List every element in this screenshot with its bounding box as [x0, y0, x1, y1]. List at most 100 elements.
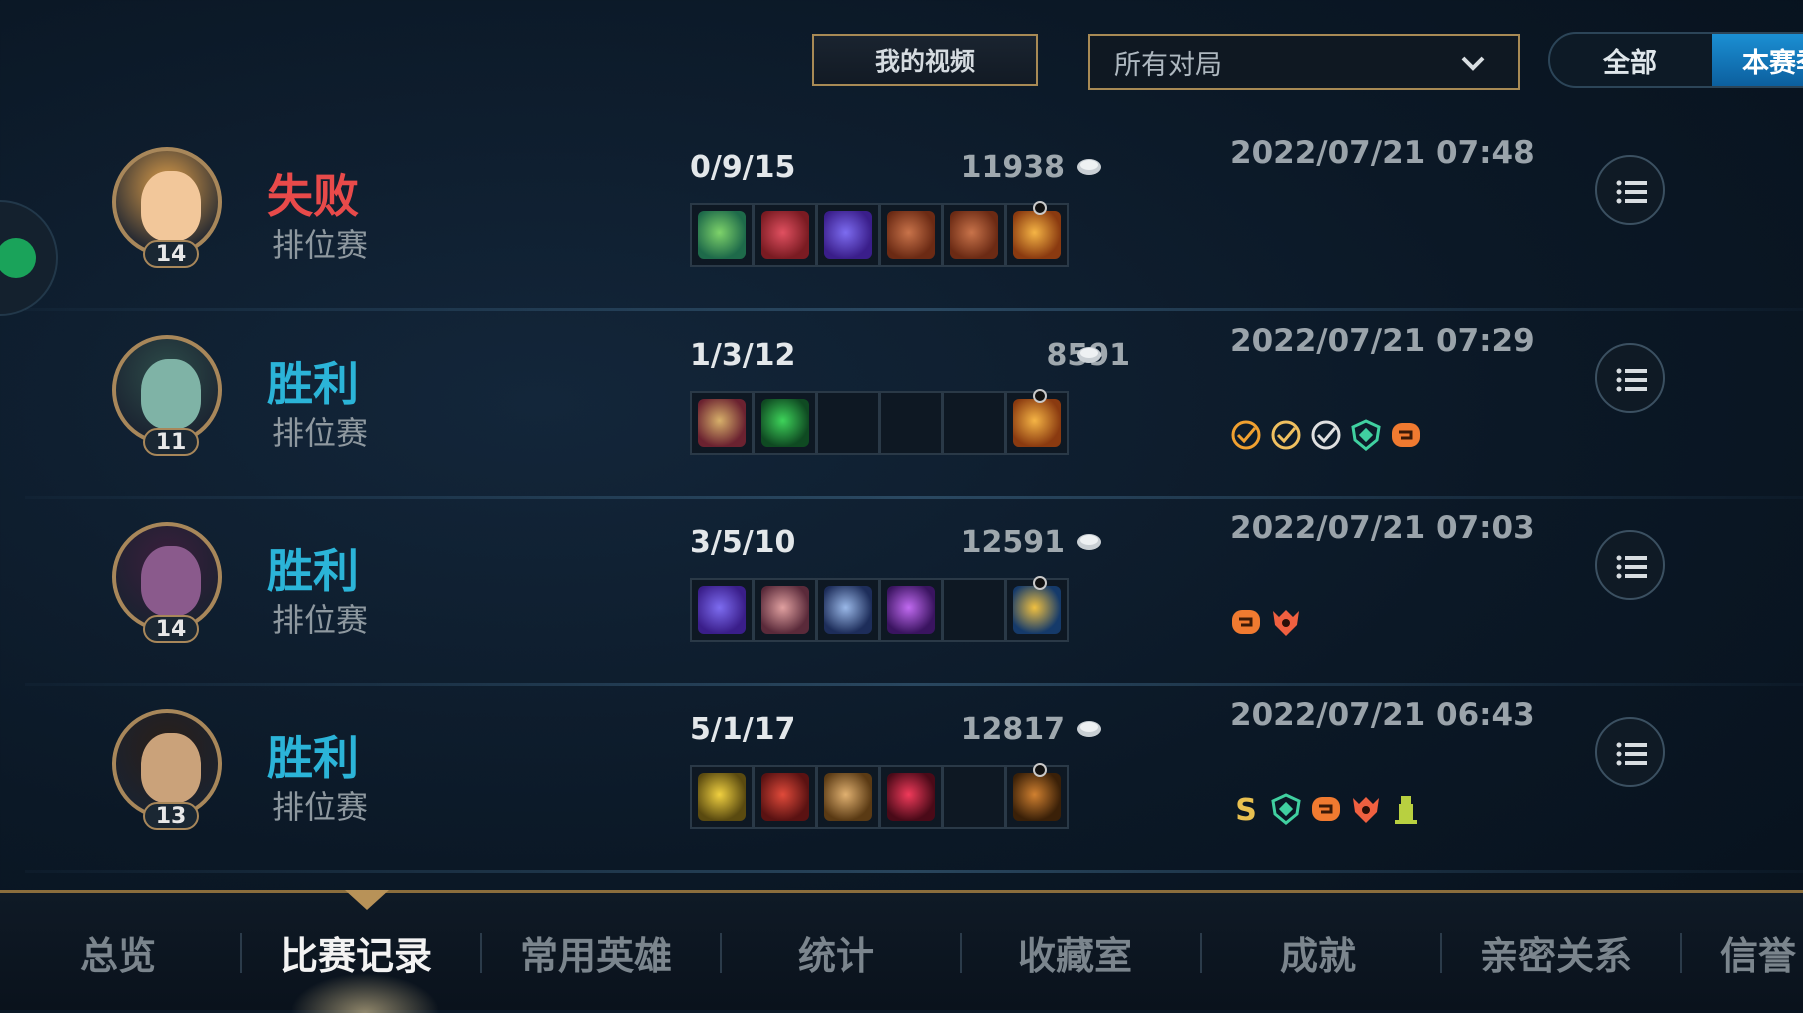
item-slot[interactable] — [753, 578, 817, 642]
item-slot[interactable] — [879, 765, 943, 829]
item-slot[interactable] — [816, 391, 880, 455]
kda-score: 1/3/12 — [690, 338, 796, 373]
gold-gauntlet-icon — [824, 773, 872, 821]
champion-level-badge: 11 — [143, 428, 199, 456]
assist-badge-icon — [1231, 420, 1261, 450]
list-icon — [1616, 368, 1647, 392]
match-detail-button[interactable] — [1595, 717, 1665, 787]
vision-badge-icon — [1311, 420, 1341, 450]
golden-star-trinket-icon — [1013, 399, 1061, 447]
gold-coin-icon — [1077, 347, 1101, 363]
purple-wand-icon — [824, 211, 872, 259]
tab-overview[interactable]: 总览 — [80, 925, 156, 978]
match-row[interactable]: 13 胜利 排位赛 5/1/17 12817 2022/07/21 06:43 S — [25, 687, 1803, 873]
match-mode: 排位赛 — [272, 226, 369, 264]
gold-earned: 12591 — [960, 525, 1065, 560]
item-slot[interactable] — [942, 391, 1006, 455]
champion-portrait — [141, 171, 201, 241]
match-result: 失败 — [267, 169, 359, 223]
match-detail-button[interactable] — [1595, 530, 1665, 600]
yellow-triangle-icon — [698, 773, 746, 821]
row-divider — [25, 683, 1803, 686]
green-orb-icon — [761, 399, 809, 447]
demon-badge-icon — [1353, 797, 1379, 823]
item-slot[interactable] — [690, 203, 754, 267]
kda-score: 3/5/10 — [690, 525, 796, 560]
match-detail-button[interactable] — [1595, 155, 1665, 225]
item-slot[interactable] — [753, 203, 817, 267]
tab-relationships[interactable]: 亲密关系 — [1480, 925, 1632, 978]
match-detail-button[interactable] — [1595, 343, 1665, 413]
red-helmet-icon — [761, 586, 809, 634]
match-date: 2022/07/21 07:48 — [1230, 135, 1535, 171]
tome-icon — [887, 211, 935, 259]
red-claw-icon — [761, 211, 809, 259]
item-slot[interactable] — [816, 203, 880, 267]
item-slot[interactable] — [1005, 389, 1069, 455]
match-row[interactable]: 14 失败 排位赛 0/9/15 11938 2022/07/21 07:48 — [25, 125, 1803, 311]
ruby-gem-icon — [887, 773, 935, 821]
tab-common-champions[interactable]: 常用英雄 — [520, 925, 672, 978]
tab-collection[interactable]: 收藏室 — [1018, 925, 1132, 978]
chevron-down-icon — [1461, 56, 1485, 71]
item-slot[interactable] — [879, 578, 943, 642]
top-toolbar: 我的视频 所有对局 全部 本赛季 — [0, 0, 1803, 120]
tower-badge-icon — [1395, 796, 1417, 824]
match-row[interactable]: 11 胜利排位赛 1/3/12 8591 2022/07/21 07:29 — [25, 313, 1803, 499]
list-icon — [1616, 180, 1647, 204]
tab-statistics[interactable]: 统计 — [798, 925, 874, 978]
chain-badge-icon — [1232, 610, 1260, 634]
item-slot[interactable] — [690, 391, 754, 455]
item-slot[interactable] — [1005, 201, 1069, 267]
my-videos-button[interactable]: 我的视频 — [812, 34, 1038, 86]
demon-badge-icon — [1273, 610, 1299, 636]
ward-indicator-icon — [1033, 389, 1047, 403]
match-filter-select[interactable]: 所有对局 — [1088, 34, 1520, 90]
list-icon — [1616, 555, 1647, 579]
item-slot[interactable] — [753, 765, 817, 829]
item-slot[interactable] — [816, 578, 880, 642]
chain-badge-icon — [1312, 797, 1340, 821]
row-divider — [25, 870, 1803, 873]
match-date: 2022/07/21 06:43 — [1230, 697, 1535, 733]
tab-honor[interactable]: 信誉 — [1720, 925, 1796, 978]
tome-icon — [950, 211, 998, 259]
tab-achievements[interactable]: 成就 — [1280, 925, 1356, 978]
item-slot[interactable] — [879, 391, 943, 455]
purple-wand-icon — [698, 586, 746, 634]
item-slot[interactable] — [690, 578, 754, 642]
gold-earned: 8591 — [970, 338, 1131, 373]
item-slot[interactable] — [942, 765, 1006, 829]
match-date: 2022/07/21 07:03 — [1230, 510, 1535, 546]
skull-trinket-icon — [1013, 773, 1061, 821]
tab-match-history[interactable]: 比赛记录 — [280, 925, 432, 978]
champion-portrait — [141, 359, 201, 429]
kda-score: 5/1/17 — [690, 712, 796, 747]
gold-earned: 12817 — [960, 712, 1065, 747]
gold-coin-icon — [1077, 159, 1101, 175]
row-divider — [25, 308, 1803, 311]
item-slot[interactable] — [753, 391, 817, 455]
purple-gem-icon — [887, 586, 935, 634]
item-slot[interactable] — [816, 765, 880, 829]
match-mode: 排位赛 — [272, 788, 369, 826]
match-mode: 排位赛 — [272, 414, 369, 452]
item-slot[interactable] — [879, 203, 943, 267]
tab-current-season[interactable]: 本赛季 — [1712, 34, 1803, 86]
item-slot[interactable] — [942, 203, 1006, 267]
tab-divider — [1200, 933, 1202, 973]
list-icon — [1616, 742, 1647, 766]
match-row[interactable]: 14 胜利 排位赛 3/5/10 12591 2022/07/21 07:03 — [25, 500, 1803, 686]
item-slot[interactable] — [942, 578, 1006, 642]
shield-badge-icon — [1351, 419, 1381, 451]
item-slot[interactable] — [1005, 763, 1069, 829]
active-tab-glow — [290, 973, 440, 1013]
filter-value: 所有对局 — [1114, 49, 1222, 81]
match-date: 2022/07/21 07:29 — [1230, 323, 1535, 359]
item-slot[interactable] — [690, 765, 754, 829]
active-tab-pointer-icon — [345, 890, 389, 910]
champion-portrait — [141, 733, 201, 803]
match-result: 胜利 — [267, 731, 359, 785]
item-slot[interactable] — [1005, 576, 1069, 642]
tab-all-seasons[interactable]: 全部 — [1550, 34, 1710, 86]
